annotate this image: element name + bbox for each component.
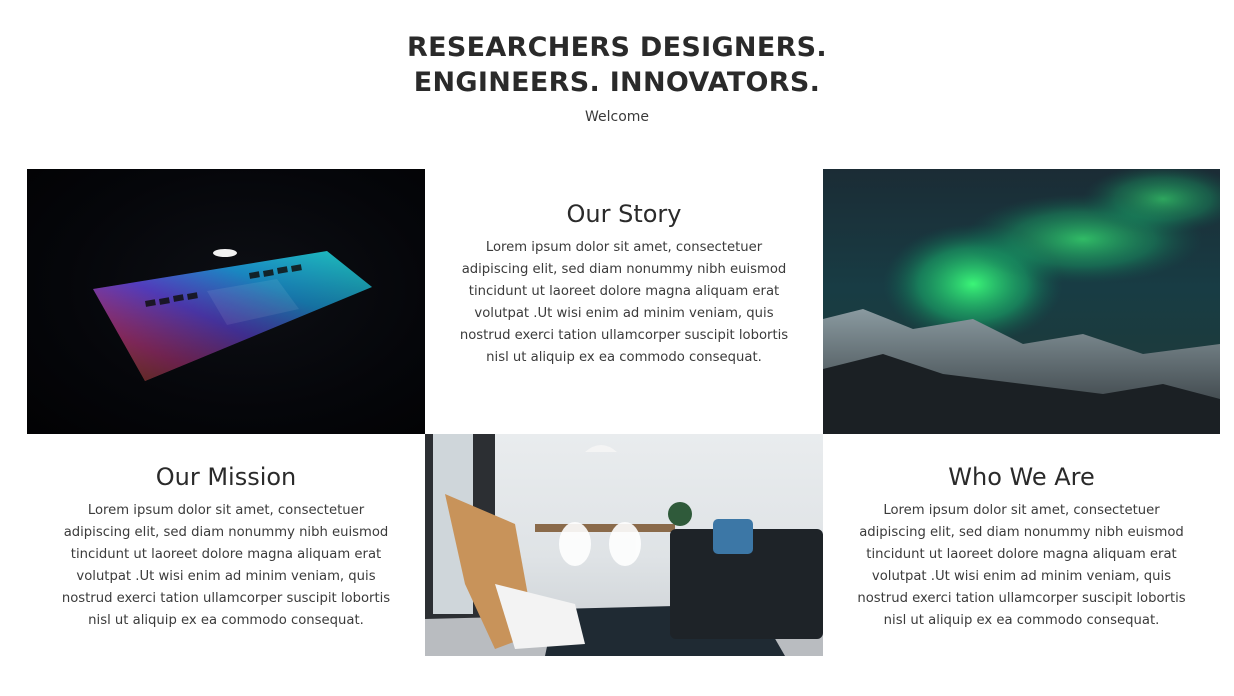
our-story-body: Lorem ipsum dolor sit amet, consectetuer… <box>459 240 789 365</box>
laptop-illustration <box>93 249 372 381</box>
laptop-image <box>27 169 425 434</box>
aurora-image <box>823 169 1220 434</box>
who-we-are-title: Who We Are <box>948 463 1095 491</box>
living-room-image <box>425 434 823 656</box>
hero-title: RESEARCHERS DESIGNERS. ENGINEERS. INNOVA… <box>0 30 1234 100</box>
our-mission-section: Our Mission Lorem ipsum dolor sit amet, … <box>27 434 425 656</box>
hero-header: RESEARCHERS DESIGNERS. ENGINEERS. INNOVA… <box>0 30 1234 125</box>
living-room-illustration <box>425 434 823 656</box>
who-we-are-body: Lorem ipsum dolor sit amet, consectetuer… <box>857 503 1186 628</box>
our-story-section: Our Story Lorem ipsum dolor sit amet, co… <box>425 169 823 434</box>
about-page: RESEARCHERS DESIGNERS. ENGINEERS. INNOVA… <box>0 0 1234 696</box>
hero-subtitle: Welcome <box>584 109 650 125</box>
our-mission-body: Lorem ipsum dolor sit amet, consectetuer… <box>61 503 391 628</box>
our-story-title: Our Story <box>566 200 682 228</box>
aurora-illustration <box>823 169 1220 434</box>
feature-grid: Our Story Lorem ipsum dolor sit amet, co… <box>27 169 1220 656</box>
our-mission-title: Our Mission <box>155 463 297 491</box>
hero-title-line-1: RESEARCHERS DESIGNERS. <box>407 32 827 63</box>
who-we-are-section: Who We Are Lorem ipsum dolor sit amet, c… <box>823 434 1220 656</box>
hero-title-line-2: ENGINEERS. INNOVATORS. <box>413 67 821 98</box>
